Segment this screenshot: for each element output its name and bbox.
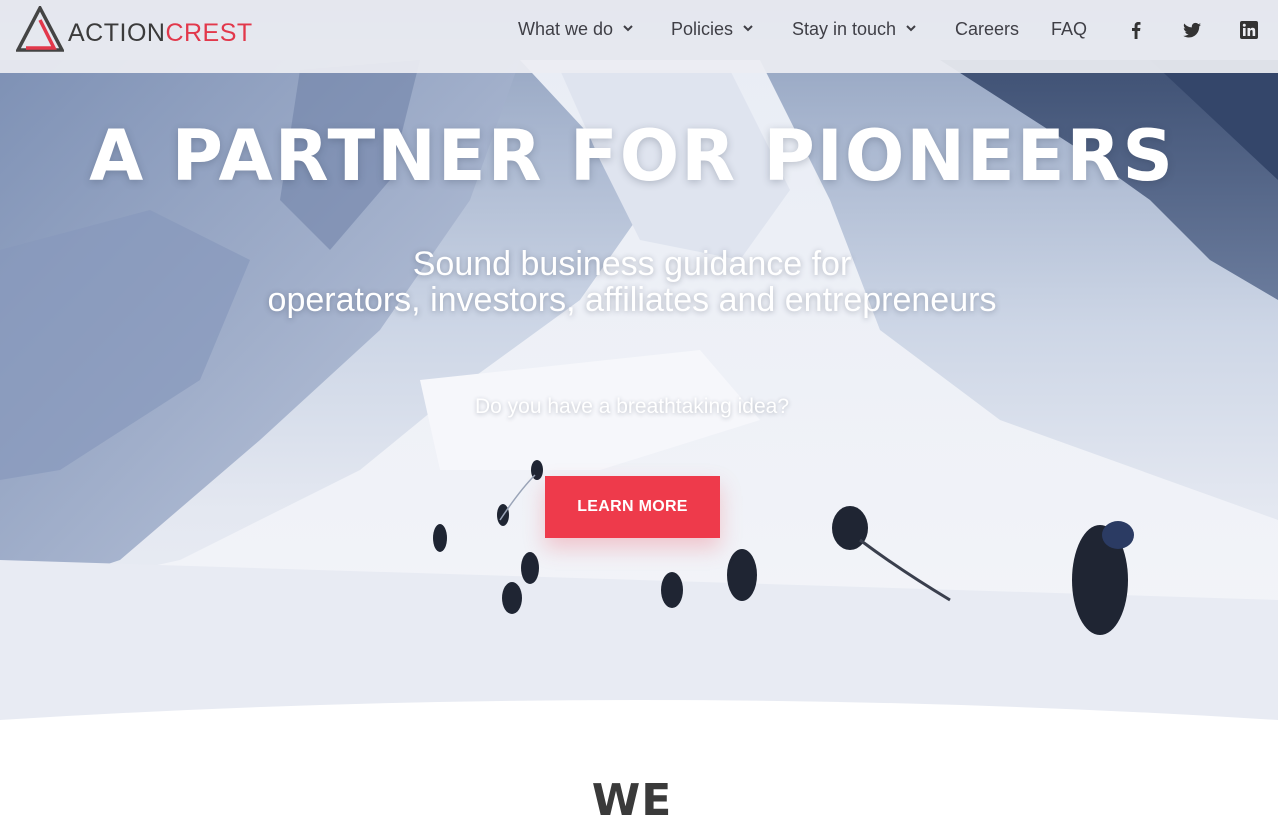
section-heading: WE [591,775,673,826]
nav-item-label: Careers [955,18,1020,39]
chevron-down-icon [623,25,633,32]
hero-title: A PARTNER FOR PIONEERS [89,115,1175,197]
hero-background-image [0,60,1278,730]
hero-bottom-curve [0,700,1278,730]
hero-subtitle-line1: Sound business guidance for [412,245,852,283]
nav-item-stay-in-touch[interactable]: Stay in touch [792,17,916,41]
hero-subtitle: Sound business guidance for operators, i… [0,246,1264,318]
logo-text-action: ACTION [68,19,166,47]
linkedin-icon[interactable] [1239,20,1259,40]
triangle-logo-icon [16,6,64,52]
logo-wordmark: ACTIONCREST [68,19,253,48]
nav-item-faq[interactable]: FAQ [1051,17,1087,41]
nav-item-label: FAQ [1051,18,1088,39]
top-navigation-bar: ACTIONCREST What we do Policies Stay in … [0,0,1278,73]
logo-text-crest: CREST [165,19,253,47]
nav-item-label: Policies [671,18,734,39]
hero-section: A PARTNER FOR PIONEERS Sound business gu… [0,0,1278,730]
facebook-icon[interactable] [1126,20,1146,40]
nav-item-policies[interactable]: Policies [671,17,753,41]
learn-more-button[interactable]: LEARN MORE [545,476,720,538]
nav-item-what-we-do[interactable]: What we do [518,17,633,41]
actioncrest-logo[interactable]: ACTIONCREST [16,6,256,54]
hero-question: Do you have a breathtaking idea? [474,395,790,418]
twitter-icon[interactable] [1182,20,1202,40]
nav-item-label: What we do [518,18,614,39]
hero-subtitle-line2: operators, investors, affiliates and ent… [267,281,997,319]
chevron-down-icon [906,25,916,32]
chevron-down-icon [743,25,753,32]
nav-item-label: Stay in touch [792,18,897,39]
nav-item-careers[interactable]: Careers [955,17,1019,41]
